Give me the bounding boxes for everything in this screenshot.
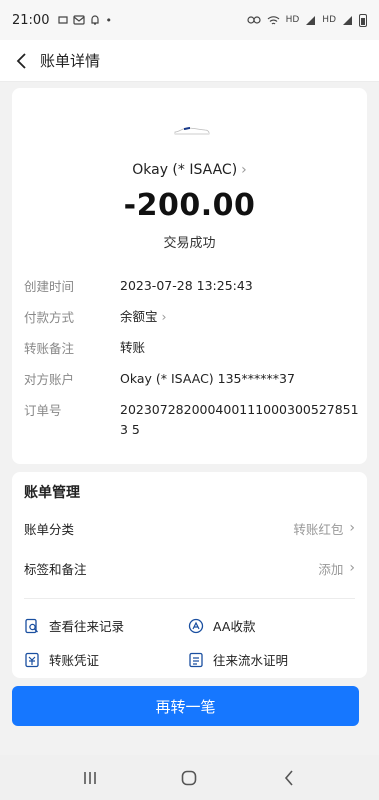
- detail-value: Okay (* ISAAC) 135******37: [120, 371, 295, 386]
- recent-apps-icon: [84, 771, 96, 784]
- signal-icon-2: [343, 15, 352, 25]
- divider: [24, 598, 355, 599]
- statement-proof-link[interactable]: 往来流水证明: [188, 650, 288, 669]
- row-value: 转账红包: [293, 521, 344, 537]
- transaction-status: 交易成功: [163, 236, 216, 251]
- notification-icon: [58, 16, 69, 24]
- status-time: 21:00: [12, 12, 50, 28]
- merchant-avatar: [174, 127, 210, 135]
- bill-category-row[interactable]: 账单分类 转账红包 ›: [24, 516, 355, 540]
- row-label: 账单分类: [24, 521, 75, 537]
- hd-label-2: HD: [322, 15, 336, 25]
- signal-icon: [306, 15, 316, 25]
- merchant-name-text: Okay (* ISAAC): [132, 162, 238, 178]
- detail-value: 2023072820004001110003005278513 5: [120, 402, 359, 437]
- chevron-right-icon: ›: [349, 560, 355, 576]
- section-title: 账单管理: [24, 485, 80, 501]
- back-button[interactable]: [12, 51, 32, 71]
- detail-label: 转账备注: [24, 341, 75, 356]
- link-label: 往来流水证明: [213, 653, 289, 668]
- detail-label: 订单号: [24, 403, 62, 418]
- detail-value: 转账: [120, 340, 146, 355]
- recent-apps-button[interactable]: [70, 763, 110, 793]
- bill-management-card: 账单管理 账单分类 转账红包 › 标签和备注 添加 › 查看往来记录 AA收款 …: [12, 472, 367, 678]
- transaction-detail-card: Okay (* ISAAC) › -200.00 交易成功 创建时间 2023-0…: [12, 88, 367, 464]
- row-value: 添加: [318, 561, 344, 577]
- chevron-left-icon: [16, 52, 26, 69]
- back-icon: [285, 769, 293, 786]
- aa-icon: [188, 618, 204, 634]
- header-bar: 账单详情: [0, 40, 379, 82]
- row-label: 标签和备注: [24, 561, 87, 577]
- detail-value: 余额宝: [120, 309, 158, 324]
- detail-value-wrap: 余额宝 ›: [120, 307, 360, 327]
- status-right-icons: HD HD: [246, 13, 367, 27]
- battery-icon: [359, 13, 367, 27]
- search-record-icon: [24, 618, 40, 634]
- chevron-right-icon: ›: [349, 520, 355, 536]
- transfer-voucher-link[interactable]: 转账凭证: [24, 650, 99, 669]
- bell-icon: [91, 15, 100, 25]
- page-title: 账单详情: [40, 52, 101, 70]
- tags-remarks-row[interactable]: 标签和备注 添加 ›: [24, 556, 355, 580]
- vpn-icon: [246, 16, 261, 24]
- transaction-amount: -200.00: [123, 188, 256, 223]
- link-label: 转账凭证: [49, 653, 100, 668]
- detail-value: 2023-07-28 13:25:43: [120, 278, 253, 293]
- status-left-icons: •: [57, 14, 112, 27]
- home-icon: [182, 770, 197, 785]
- chevron-right-icon: ›: [161, 309, 167, 324]
- dot-icon: •: [105, 13, 112, 27]
- chevron-right-icon: ›: [241, 162, 247, 178]
- system-back-button[interactable]: [269, 763, 309, 793]
- link-label: AA收款: [213, 619, 256, 634]
- transfer-again-button[interactable]: 再转一笔: [12, 686, 359, 726]
- hd-label-1: HD: [285, 15, 300, 25]
- detail-label: 对方账户: [24, 372, 75, 387]
- status-bar: 21:00 • HD HD: [0, 0, 379, 40]
- merchant-name[interactable]: Okay (* ISAAC) ›: [12, 162, 367, 178]
- mail-icon: [73, 15, 86, 25]
- home-button[interactable]: [169, 763, 209, 793]
- aa-collection-link[interactable]: AA收款: [188, 616, 255, 635]
- voucher-icon: [24, 652, 40, 668]
- system-navigation-bar: [0, 755, 379, 800]
- wifi-icon: [267, 15, 280, 24]
- detail-label: 付款方式: [24, 310, 75, 325]
- view-history-link[interactable]: 查看往来记录: [24, 616, 124, 635]
- link-label: 查看往来记录: [49, 619, 125, 634]
- detail-label: 创建时间: [24, 279, 75, 294]
- statement-icon: [188, 652, 204, 668]
